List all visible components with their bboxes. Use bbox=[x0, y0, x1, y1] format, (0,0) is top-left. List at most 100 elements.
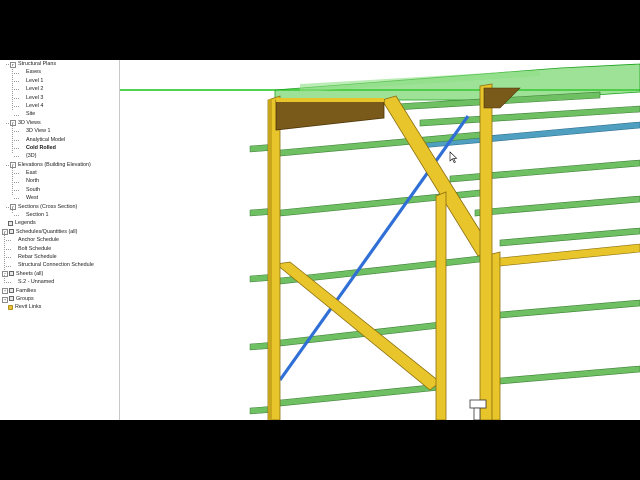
tree-guide-line bbox=[12, 165, 13, 195]
tree-item-sections-cross-section[interactable]: − Sections (Cross Section) bbox=[0, 203, 119, 211]
tree-item-s-2-unnamed[interactable]: S.2 - Unnamed bbox=[0, 278, 119, 286]
tree-item-label: Structural Plans bbox=[18, 61, 57, 67]
tree-connector bbox=[6, 265, 11, 267]
tree-item-label: Eaves bbox=[26, 69, 41, 76]
base-plate[interactable] bbox=[469, 399, 487, 409]
revit-window: − Structural Plans Eaves Level 1 Level 2 Leve… bbox=[0, 60, 640, 420]
tree-item-label: Cold Rolled bbox=[26, 144, 56, 151]
tree-item-label: {3D} bbox=[26, 153, 37, 160]
tree-connector bbox=[14, 190, 19, 192]
tree-item-level-1[interactable]: Level 1 bbox=[0, 77, 119, 85]
expand-icon[interactable]: + bbox=[2, 296, 8, 303]
tree-item-section-1[interactable]: Section 1 bbox=[0, 211, 119, 219]
tree-item-3d-view-1[interactable]: 3D View 1 bbox=[0, 127, 119, 135]
tree-item-east[interactable]: East bbox=[0, 169, 119, 177]
tree-item-site[interactable]: Site bbox=[0, 110, 119, 118]
tree-item-north[interactable]: North bbox=[0, 177, 119, 185]
tree-item-3d-views[interactable]: −3D Views bbox=[0, 119, 119, 127]
collapse-icon[interactable]: − bbox=[10, 120, 16, 127]
eave-haunch[interactable] bbox=[275, 99, 385, 131]
tree-item-label: Elevations (Building Elevation) bbox=[18, 161, 91, 168]
tree-item-structural-connection-schedule[interactable]: Structural Connection Schedule bbox=[0, 261, 119, 269]
tree-item-label: Rebar Schedule bbox=[18, 253, 57, 260]
tree-connector bbox=[14, 89, 19, 91]
tree-guide-line bbox=[12, 123, 13, 153]
end-wall-beam[interactable] bbox=[499, 243, 640, 267]
tree-item-label: North bbox=[26, 178, 40, 185]
tree-item-cold-rolled[interactable]: Cold Rolled bbox=[0, 144, 119, 152]
project-browser-tree: − Structural Plans Eaves Level 1 Level 2 Leve… bbox=[0, 60, 119, 312]
tree-item-level-3[interactable]: Level 3 bbox=[0, 94, 119, 102]
tree-connector bbox=[14, 148, 19, 150]
tree-connector bbox=[14, 181, 19, 183]
tree-item-elevations-building-elevation[interactable]: − Elevations (Building Elevation) bbox=[0, 161, 119, 169]
tree-connector bbox=[14, 139, 19, 141]
tree-item-sheets-all[interactable]: − Sheets (all) bbox=[0, 270, 119, 278]
tree-item-label: Structural Connection Schedule bbox=[18, 262, 94, 269]
family-icon bbox=[9, 287, 14, 293]
tree-connector bbox=[14, 198, 19, 200]
steel-frame-model[interactable] bbox=[120, 60, 640, 420]
column-left-flange bbox=[268, 98, 272, 420]
eave-beam-top bbox=[276, 98, 384, 102]
tree-connector bbox=[14, 80, 19, 82]
base-plate-stem bbox=[473, 407, 481, 420]
collapse-icon[interactable]: − bbox=[10, 61, 16, 68]
link-icon bbox=[8, 304, 13, 310]
schedule-icon bbox=[9, 229, 14, 235]
column-mid[interactable] bbox=[435, 191, 447, 420]
tree-item-label: East bbox=[26, 170, 37, 177]
tree-item-anchor-schedule[interactable]: Anchor Schedule bbox=[0, 236, 119, 244]
tree-item-label: Anchor Schedule bbox=[18, 237, 60, 244]
sheet-icon bbox=[9, 271, 14, 277]
tree-item-groups[interactable]: + Groups bbox=[0, 295, 119, 303]
mouse-cursor-icon bbox=[449, 151, 458, 164]
tree-item-analytical-model[interactable]: Analytical Model bbox=[0, 136, 119, 144]
collapse-icon[interactable]: − bbox=[10, 162, 16, 169]
collapse-icon[interactable]: − bbox=[10, 204, 16, 211]
tree-item-label: Sections (Cross Section) bbox=[18, 203, 78, 210]
tree-item-eaves[interactable]: Eaves bbox=[0, 68, 119, 76]
tree-guide-line bbox=[12, 207, 13, 213]
collapse-icon[interactable]: − bbox=[2, 229, 8, 236]
collapse-icon[interactable]: − bbox=[2, 271, 8, 278]
girts-end-wall[interactable] bbox=[499, 299, 640, 385]
tree-item-label: Level 4 bbox=[26, 102, 44, 109]
tree-item-3d[interactable]: {3D} bbox=[0, 152, 119, 160]
tree-connector bbox=[6, 282, 11, 284]
tree-item-rebar-schedule[interactable]: Rebar Schedule bbox=[0, 253, 119, 261]
tree-connector bbox=[14, 156, 19, 158]
tree-item-label: Site bbox=[26, 111, 36, 118]
tree-guide-line bbox=[4, 275, 5, 283]
3d-view-canvas[interactable] bbox=[120, 60, 640, 420]
tree-item-south[interactable]: South bbox=[0, 186, 119, 194]
tree-item-structural-plans[interactable]: − Structural Plans bbox=[0, 60, 119, 68]
tree-connector bbox=[6, 240, 11, 242]
tree-item-label: Schedules/Quantities (all) bbox=[16, 228, 78, 235]
tree-item-label: Families bbox=[16, 287, 37, 294]
tree-item-level-4[interactable]: Level 4 bbox=[0, 102, 119, 110]
column-right-inner[interactable] bbox=[491, 251, 501, 420]
tree-item-legends[interactable]: Legends bbox=[0, 219, 119, 227]
tree-item-revit-links[interactable]: Revit Links bbox=[0, 303, 119, 311]
tree-item-label: Section 1 bbox=[26, 212, 49, 219]
tree-connector bbox=[14, 72, 19, 74]
tree-item-label: West bbox=[26, 195, 39, 202]
tree-item-label: Level 2 bbox=[26, 86, 44, 93]
tree-connector bbox=[6, 248, 11, 250]
tree-item-label: Level 3 bbox=[26, 94, 44, 101]
tree-item-west[interactable]: West bbox=[0, 194, 119, 202]
expand-icon[interactable]: + bbox=[2, 288, 8, 295]
group-icon bbox=[9, 296, 14, 302]
column-right[interactable] bbox=[479, 83, 493, 420]
tree-item-schedules-quantities-all[interactable]: − Schedules/Quantities (all) bbox=[0, 228, 119, 236]
tree-item-label: Legends bbox=[15, 220, 36, 227]
tree-item-label: Level 1 bbox=[26, 77, 44, 84]
tree-item-families[interactable]: + Families bbox=[0, 287, 119, 295]
tree-connector bbox=[14, 131, 19, 133]
tree-guide-line bbox=[12, 64, 13, 110]
tree-connector bbox=[6, 257, 11, 259]
tree-item-bolt-schedule[interactable]: Bolt Schedule bbox=[0, 245, 119, 253]
tree-item-level-2[interactable]: Level 2 bbox=[0, 85, 119, 93]
tree-item-label: Analytical Model bbox=[26, 136, 66, 143]
